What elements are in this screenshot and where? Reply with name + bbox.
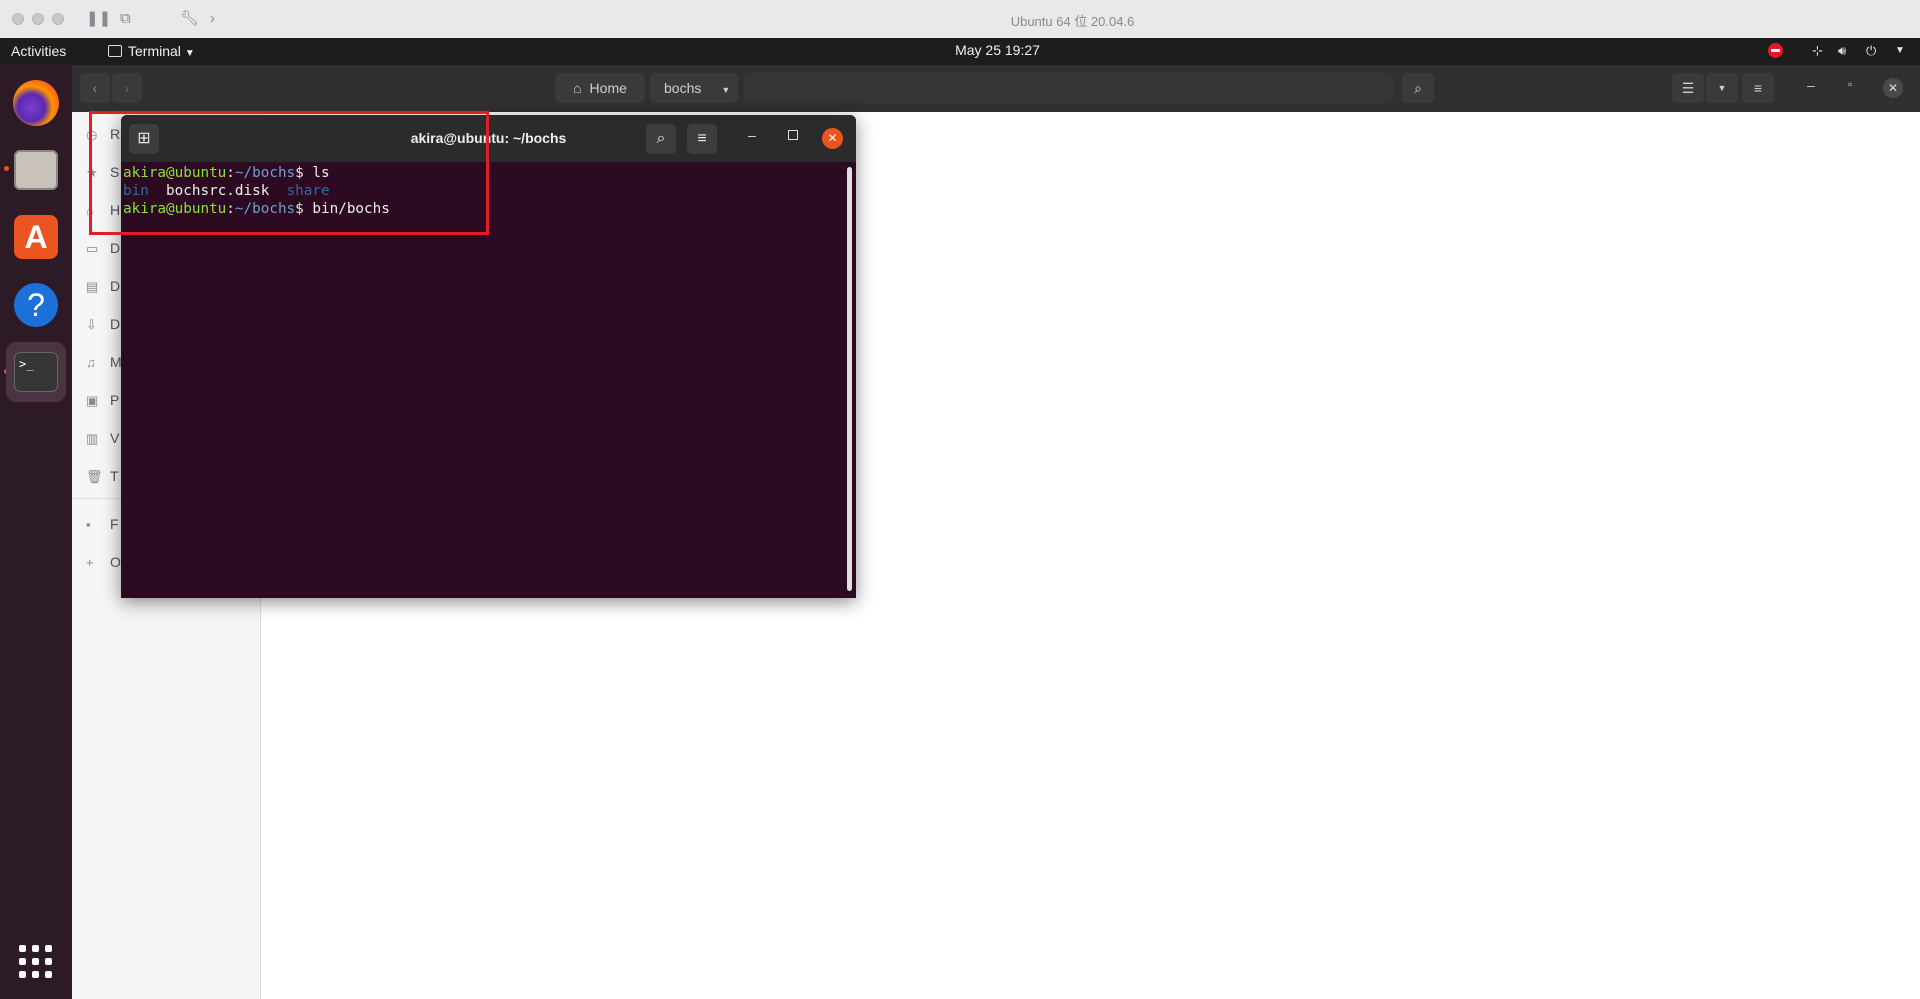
terminal-menu-button[interactable]: ≡ bbox=[687, 124, 717, 154]
app-grid-icon[interactable] bbox=[19, 945, 53, 979]
files-headerbar: ‹ › ⌂ Home bochs ▼ ⌕ ☰ ▼ ≡ – ▫ ✕ bbox=[72, 65, 1920, 112]
files-icon[interactable] bbox=[6, 140, 66, 200]
system-menu-chevron-icon[interactable]: ▼ bbox=[1895, 45, 1905, 56]
hamburger-icon: ≡ bbox=[1753, 80, 1763, 96]
sidebar-item-pictures[interactable]: ▣ P bbox=[86, 392, 119, 412]
trash-icon: 🗑︎ bbox=[86, 469, 103, 484]
sidebar-item-label: D bbox=[110, 240, 121, 256]
view-options-button[interactable]: ▼ bbox=[1706, 73, 1738, 103]
sidebar-item-music[interactable]: ♫ M bbox=[86, 354, 122, 374]
search-button[interactable]: ⌕ bbox=[1402, 73, 1434, 103]
terminal-close-button[interactable]: ✕ bbox=[822, 128, 843, 149]
search-icon: ⌕ bbox=[1414, 80, 1422, 96]
terminal-search-button[interactable]: ⌕ bbox=[646, 124, 676, 154]
close-button[interactable]: ✕ bbox=[1883, 78, 1903, 98]
disk-icon: ▪ bbox=[86, 517, 91, 532]
video-icon: ▥ bbox=[86, 431, 99, 446]
music-icon: ♫ bbox=[86, 355, 96, 370]
download-icon: ⇩ bbox=[86, 317, 97, 332]
menu-button[interactable]: ≡ bbox=[1742, 73, 1774, 103]
document-icon: ▤ bbox=[86, 279, 99, 294]
host-window-title: Ubuntu 64 位 20.04.6 bbox=[1010, 14, 1135, 29]
breadcrumb-home-label: Home bbox=[589, 80, 627, 96]
chevron-down-icon: ▼ bbox=[1717, 83, 1727, 93]
do-not-disturb-icon[interactable] bbox=[1768, 43, 1783, 58]
sidebar-item-downloads[interactable]: ⇩ D bbox=[86, 316, 120, 336]
breadcrumb-current[interactable]: bochs ▼ bbox=[650, 73, 738, 103]
search-icon: ⌕ bbox=[656, 130, 666, 147]
host-window-titlebar: ❚❚ ⧉ 🔧︎ › Ubuntu 64 位 20.04.6 bbox=[0, 0, 1920, 39]
maximize-button[interactable]: ▫ bbox=[1848, 77, 1852, 91]
sidebar-item-trash[interactable]: 🗑︎ T bbox=[86, 468, 119, 488]
software-center-icon[interactable]: A bbox=[6, 207, 66, 267]
sidebar-item-label: D bbox=[110, 278, 121, 294]
sidebar-item-label: M bbox=[110, 354, 122, 370]
sidebar-item-floppy[interactable]: ▪ F bbox=[86, 516, 119, 536]
firefox-icon[interactable] bbox=[6, 73, 66, 133]
hamburger-icon: ≡ bbox=[697, 130, 707, 147]
minimize-button[interactable]: – bbox=[1807, 77, 1815, 93]
clock[interactable]: May 25 19:27 bbox=[0, 42, 1920, 58]
home-icon: ⌂ bbox=[573, 80, 582, 96]
sidebar-item-label: D bbox=[110, 316, 121, 332]
sidebar-item-label: T bbox=[110, 468, 119, 484]
sidebar-item-other-locations[interactable]: + O bbox=[86, 554, 121, 574]
terminal-icon[interactable]: >_ bbox=[6, 342, 66, 402]
chevron-down-icon: ▼ bbox=[721, 85, 731, 95]
path-bar-empty bbox=[744, 73, 1394, 103]
sidebar-item-label: V bbox=[110, 430, 120, 446]
dock: A ? >_ bbox=[0, 65, 72, 999]
gnome-top-bar: Activities Terminal ▼ May 25 19:27 ⊹ 🔊︎ ⏻… bbox=[0, 38, 1920, 65]
plus-icon: + bbox=[86, 555, 94, 570]
sidebar-item-label: P bbox=[110, 392, 120, 408]
sidebar-item-label: O bbox=[110, 554, 121, 570]
sidebar-item-videos[interactable]: ▥ V bbox=[86, 430, 119, 450]
view-list-button[interactable]: ☰ bbox=[1672, 73, 1704, 103]
help-icon[interactable]: ? bbox=[6, 275, 66, 335]
terminal-maximize-button[interactable] bbox=[788, 130, 798, 140]
highlight-box bbox=[89, 111, 489, 235]
desktop-icon: ▭ bbox=[86, 241, 99, 256]
forward-button[interactable]: › bbox=[112, 73, 142, 103]
sidebar-item-documents[interactable]: ▤ D bbox=[86, 278, 120, 298]
breadcrumb-home[interactable]: ⌂ Home bbox=[555, 73, 645, 103]
sidebar-item-desktop[interactable]: ▭ D bbox=[86, 240, 120, 260]
power-icon[interactable]: ⏻ bbox=[1866, 43, 1876, 59]
network-icon[interactable]: ⊹ bbox=[1812, 43, 1823, 59]
terminal-minimize-button[interactable]: – bbox=[748, 127, 756, 143]
picture-icon: ▣ bbox=[86, 393, 99, 408]
volume-icon[interactable]: 🔊︎ bbox=[1838, 43, 1846, 59]
back-button[interactable]: ‹ bbox=[80, 73, 110, 103]
terminal-scrollbar[interactable] bbox=[847, 167, 852, 591]
breadcrumb-current-label: bochs bbox=[664, 80, 702, 96]
list-view-icon: ☰ bbox=[1681, 80, 1695, 96]
sidebar-item-label: F bbox=[110, 516, 119, 532]
